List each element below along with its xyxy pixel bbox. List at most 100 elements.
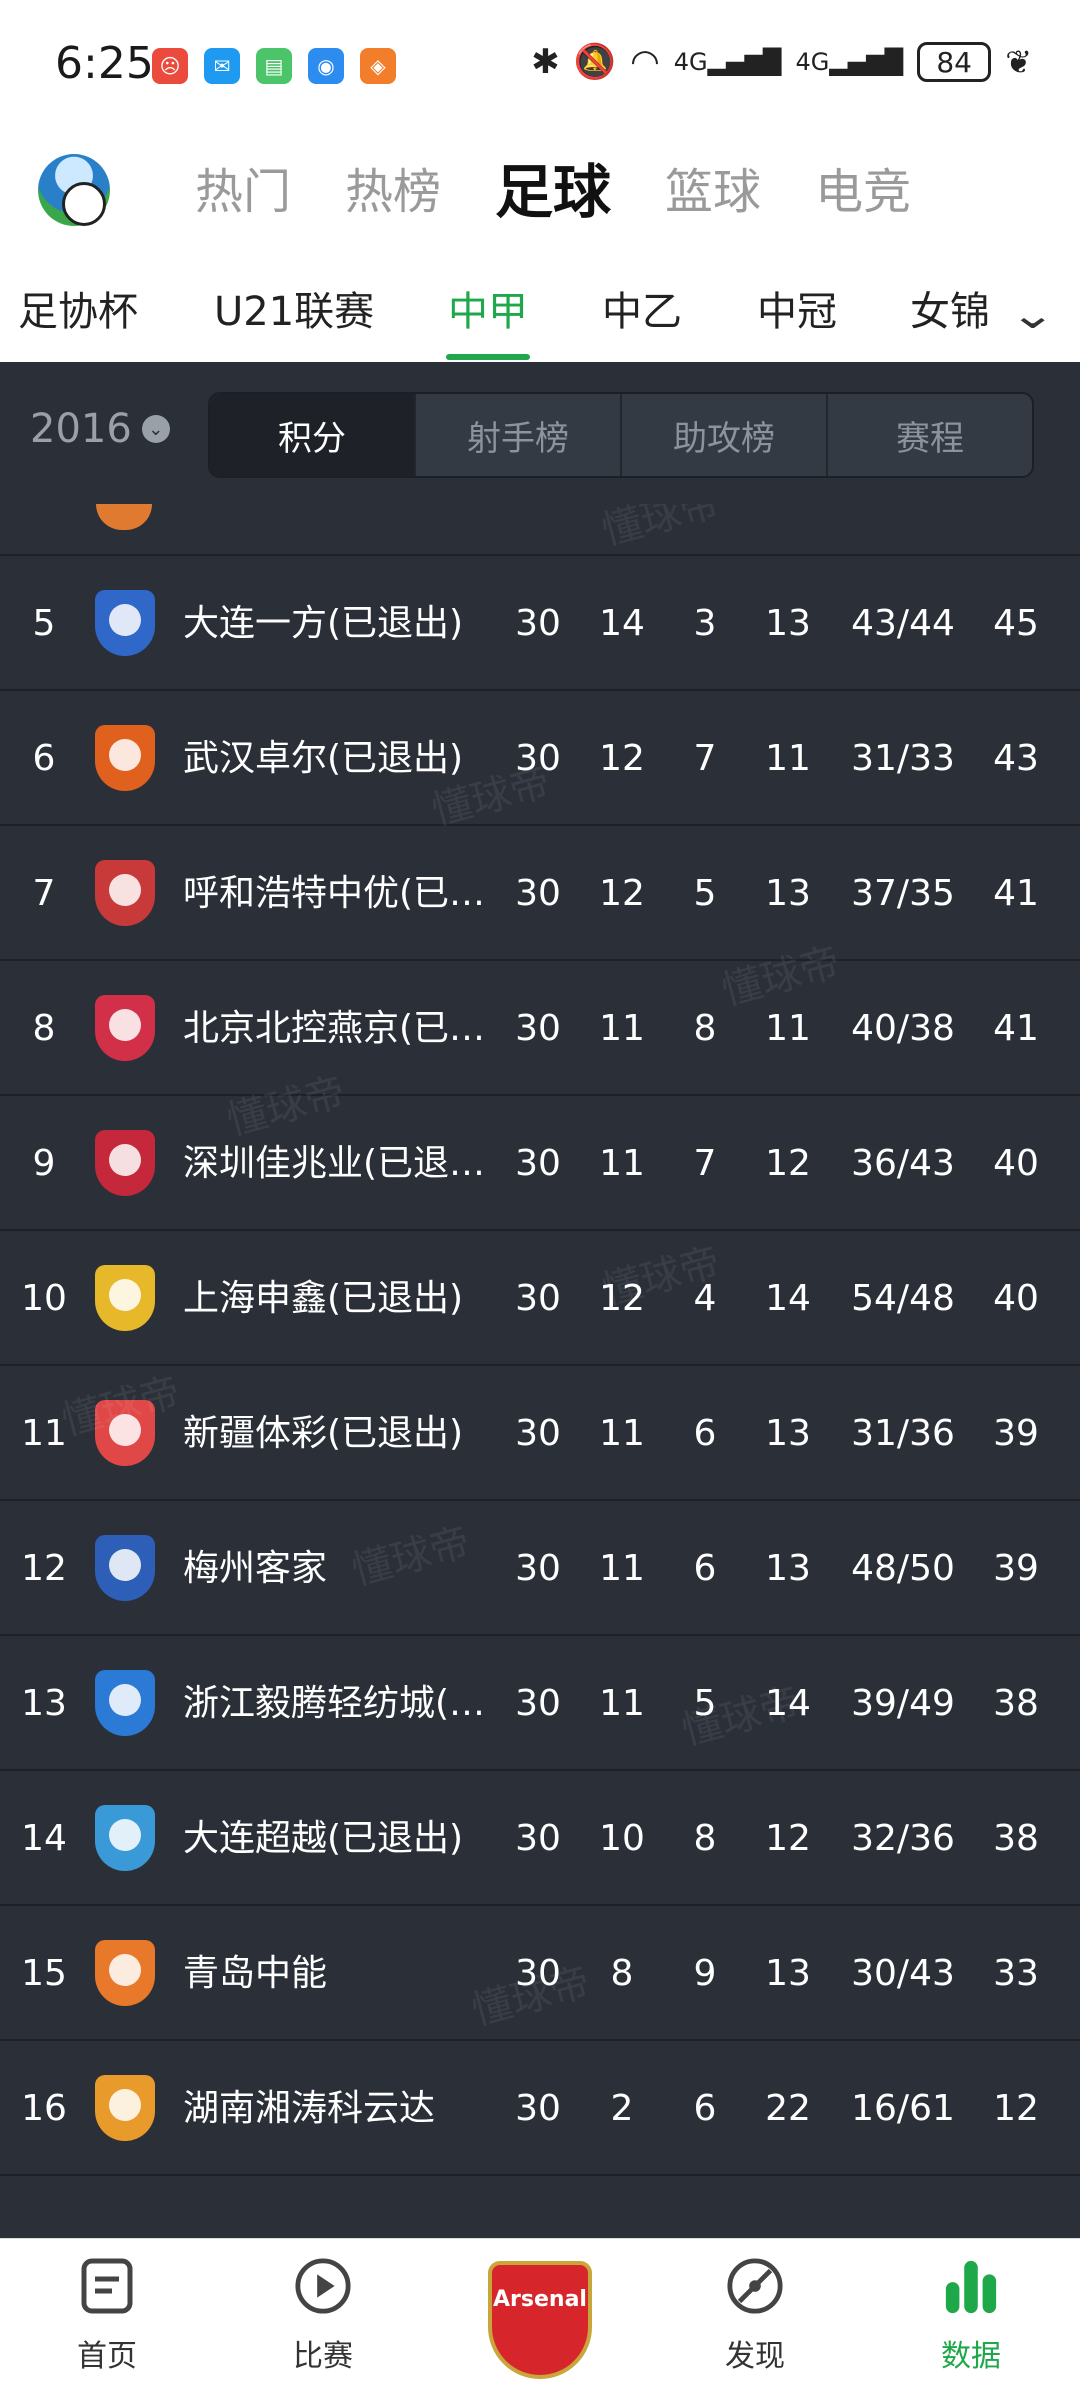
main-tab-3[interactable]: 篮球 [665,160,761,224]
chevron-down-icon[interactable]: ⌄ [1010,292,1057,338]
cell-d: 9 [693,1953,717,1994]
team-crest-icon [92,1803,158,1873]
league-tab-0[interactable]: 足协杯 [18,282,138,342]
table-row[interactable]: 11 新疆体彩(已退出) 30 11 6 13 31/36 39 [0,1366,1080,1501]
main-tab-2[interactable]: 足球 [495,160,611,224]
nav-discover[interactable]: 发现 [680,2257,830,2375]
top-navigation: 热门 热榜 足球 篮球 电竞 足协杯 U21联赛 中甲 中乙 中冠 女锦 ⌄ [0,132,1080,362]
league-tab-1[interactable]: U21联赛 [214,282,374,342]
cell-p: 30 [515,1143,561,1184]
season-selector[interactable]: 2016 ⌄ [30,406,170,452]
nav-data[interactable]: 数据 [896,2257,1046,2375]
cell-p: 30 [515,1683,561,1724]
cell-pts: 45 [993,603,1039,644]
cell-l: 13 [765,873,811,914]
cell-w: 12 [599,738,645,779]
league-tab-2[interactable]: 中甲 [446,282,530,360]
chevron-down-icon: ⌄ [141,415,170,443]
cell-w: 11 [599,1548,645,1589]
cell-w: 11 [599,1143,645,1184]
table-row[interactable]: 15 青岛中能 30 8 9 13 30/43 33 [0,1906,1080,2041]
cell-pts: 41 [993,1008,1039,1049]
cell-name: 大连一方(已退出) [183,603,464,644]
table-row[interactable]: 12 梅州客家 30 11 6 13 48/50 39 [0,1501,1080,1636]
table-row[interactable]: 7 呼和浩特中优(已… 30 12 5 13 37/35 41 [0,826,1080,961]
team-crest-icon [92,2073,158,2143]
cell-d: 4 [693,1278,717,1319]
cell-l: 14 [765,1683,811,1724]
cell-name: 浙江毅腾轻纺城(… [183,1683,486,1724]
cell-g: 31/33 [851,738,955,779]
cell-g: 32/36 [851,1818,955,1859]
leaf-icon: ❦ [1005,43,1032,81]
segment-3[interactable]: 赛程 [828,394,1032,476]
cell-rank: 14 [21,1818,67,1859]
cell-pts: 43 [993,738,1039,779]
football-icon [62,182,106,226]
mute-bell-icon: 🔕 [573,42,617,82]
cell-w: 14 [599,603,645,644]
sim-app-icon: ▤ [256,48,292,84]
cell-l: 13 [765,1548,811,1589]
season-label: 2016 [30,406,132,452]
cell-pts: 38 [993,1818,1039,1859]
cell-l: 13 [765,603,811,644]
cell-p: 30 [515,1008,561,1049]
cell-d: 7 [693,1143,717,1184]
cell-name: 青岛中能 [183,1953,328,1994]
cell-name: 上海申鑫(已退出) [183,1278,464,1319]
nav-home[interactable]: 首页 [32,2257,182,2375]
main-tabs: 热门 热榜 足球 篮球 电竞 [195,160,911,224]
table-row[interactable]: 5 大连一方(已退出) 30 14 3 13 43/44 45 [0,556,1080,691]
cell-rank: 7 [32,873,56,914]
cell-g: 30/43 [851,1953,955,1994]
cell-g: 54/48 [851,1278,955,1319]
cell-p: 30 [515,873,561,914]
table-row[interactable]: 14 大连超越(已退出) 30 10 8 12 32/36 38 [0,1771,1080,1906]
table-row[interactable]: 10 上海申鑫(已退出) 30 12 4 14 54/48 40 [0,1231,1080,1366]
cell-pts: 39 [993,1413,1039,1454]
segment-1[interactable]: 射手榜 [416,394,622,476]
segment-2[interactable]: 助攻榜 [622,394,828,476]
play-circle-icon [294,2257,352,2315]
cell-l: 11 [765,738,811,779]
league-tab-4[interactable]: 中冠 [757,282,837,342]
table-row-partial [0,504,1080,556]
cell-w: 11 [599,1683,645,1724]
bottom-navigation: 首页 比赛 Arsenal 发现 数据 [0,2238,1080,2388]
cell-g: 43/44 [851,603,955,644]
table-row[interactable]: 16 湖南湘涛科云达 30 2 6 22 16/61 12 [0,2041,1080,2176]
cell-name: 大连超越(已退出) [183,1818,464,1859]
standings-table: 5 大连一方(已退出) 30 14 3 13 43/44 45 6 武汉卓尔(已退出) 30 12 7 1… [0,504,1080,2238]
cell-name: 武汉卓尔(已退出) [183,738,464,779]
cell-g: 40/38 [851,1008,955,1049]
main-tab-4[interactable]: 电竞 [815,160,911,224]
cell-w: 11 [599,1413,645,1454]
main-tab-1[interactable]: 热榜 [345,160,441,224]
cell-d: 8 [693,1818,717,1859]
cell-l: 12 [765,1818,811,1859]
cell-l: 22 [765,2088,811,2129]
table-row[interactable]: 6 武汉卓尔(已退出) 30 12 7 11 31/33 43 [0,691,1080,826]
bluetooth-icon: ✱ [531,42,560,82]
table-row[interactable]: 8 北京北控燕京(已… 30 11 8 11 40/38 41 [0,961,1080,1096]
team-crest-icon [92,1533,158,1603]
table-row[interactable]: 9 深圳佳兆业(已退出) 30 11 7 12 36/43 40 [0,1096,1080,1231]
arsenal-crest-button[interactable]: Arsenal [488,2261,592,2379]
cell-l: 12 [765,1143,811,1184]
table-row[interactable]: 13 浙江毅腾轻纺城(… 30 11 5 14 39/49 38 [0,1636,1080,1771]
team-crest-icon [92,1668,158,1738]
message-app-icon: ✉ [204,48,240,84]
cell-g: 39/49 [851,1683,955,1724]
hotspot-app-icon: ◉ [308,48,344,84]
league-tabs: 足协杯 U21联赛 中甲 中乙 中冠 女锦 [0,282,1000,362]
cell-name: 湖南湘涛科云达 [183,2088,436,2129]
league-tab-5[interactable]: 女锦 [910,282,990,342]
league-tab-3[interactable]: 中乙 [602,282,682,342]
missed-call-app-icon: ☹ [152,48,188,84]
main-tab-0[interactable]: 热门 [195,160,291,224]
segment-0[interactable]: 积分 [210,394,416,476]
cell-pts: 12 [993,2088,1039,2129]
cell-l: 14 [765,1278,811,1319]
nav-matches[interactable]: 比赛 [248,2257,398,2375]
